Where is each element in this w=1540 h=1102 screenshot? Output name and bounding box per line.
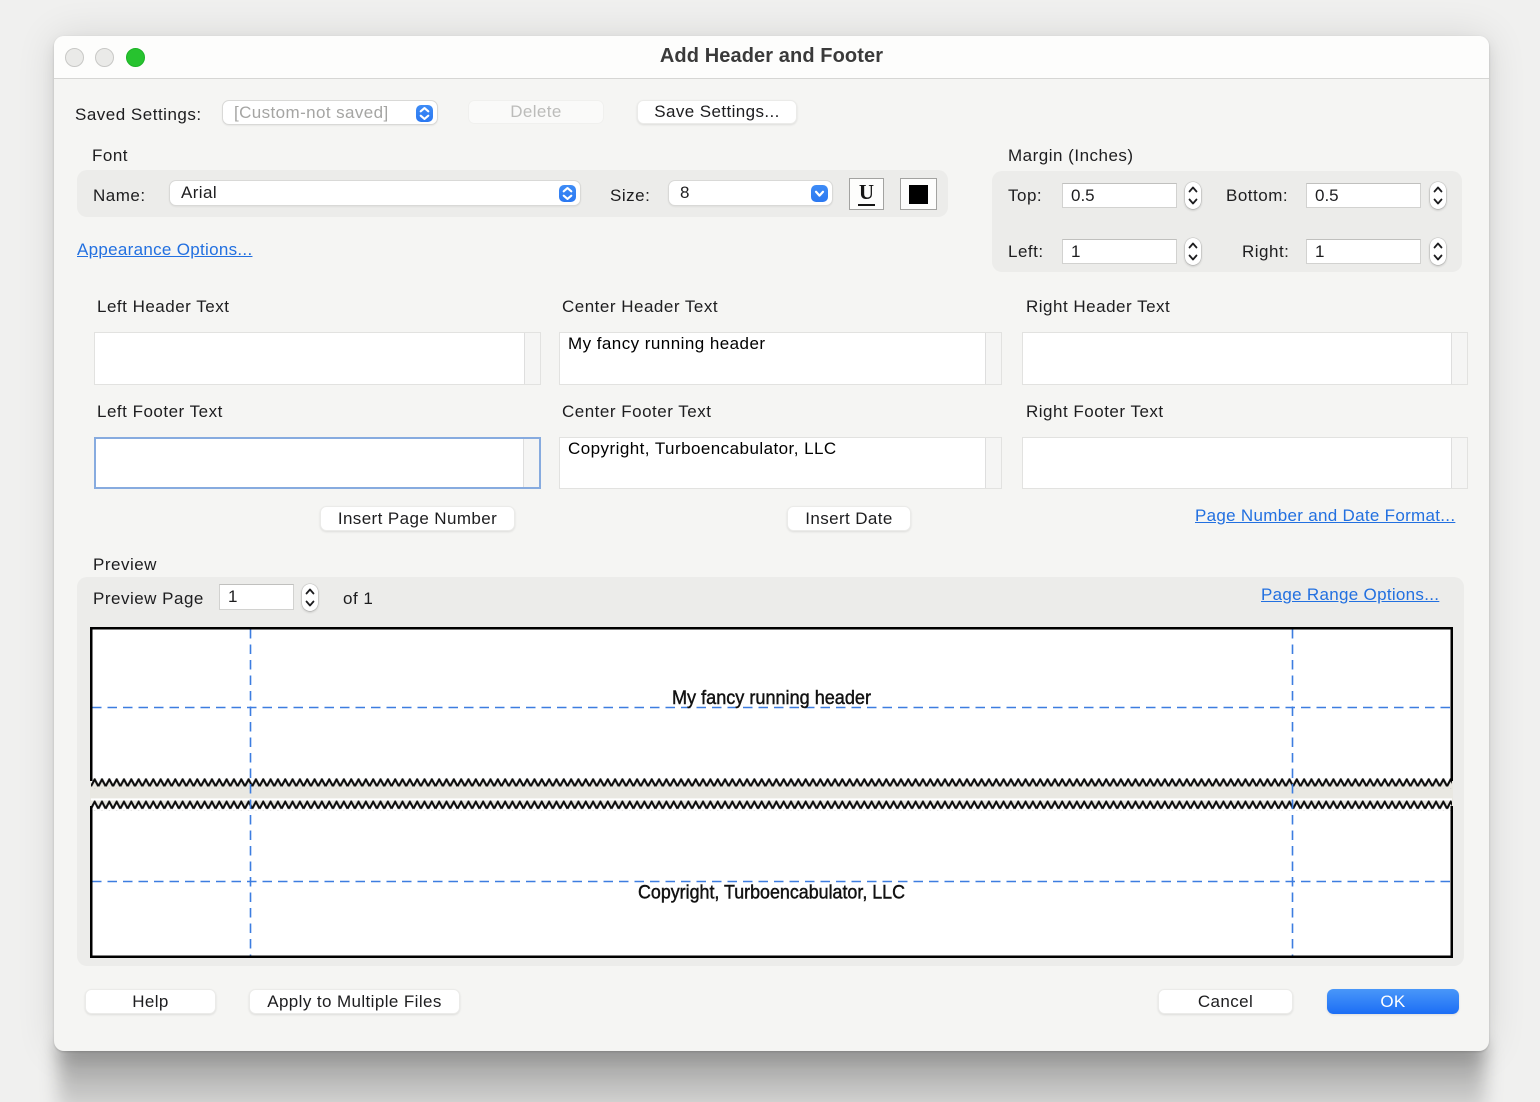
svg-text:My fancy running header: My fancy running header [672,687,871,709]
svg-text:Copyright, Turboencabulator, L: Copyright, Turboencabulator, LLC [638,882,905,904]
